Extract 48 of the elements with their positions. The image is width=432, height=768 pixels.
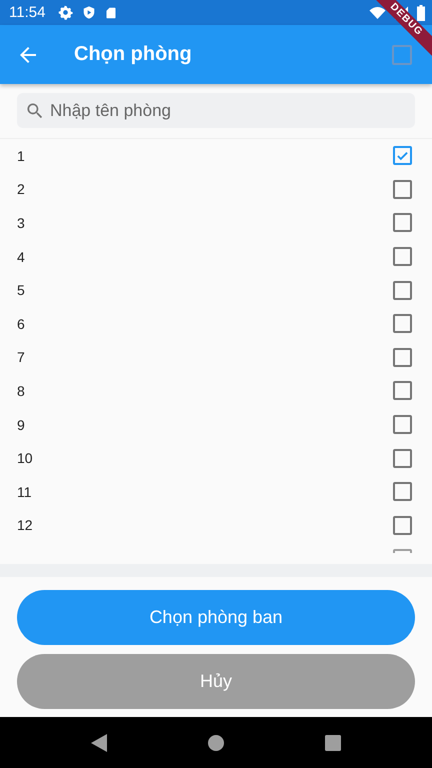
- room-item[interactable]: 1: [0, 139, 432, 173]
- room-checkbox[interactable]: [393, 247, 412, 266]
- room-label: 6: [17, 316, 25, 332]
- room-checkbox[interactable]: [393, 448, 412, 468]
- search-icon: [25, 101, 45, 121]
- room-label: 11: [17, 484, 32, 500]
- room-label: 1: [17, 148, 25, 164]
- search-field[interactable]: Nhập tên phòng: [17, 93, 415, 128]
- room-item[interactable]: 12: [0, 508, 432, 542]
- room-checkbox[interactable]: [393, 516, 412, 535]
- room-label: 4: [17, 248, 25, 265]
- back-nav-icon[interactable]: [90, 734, 107, 752]
- room-label: 5: [17, 282, 25, 298]
- room-item[interactable]: 5: [0, 273, 432, 307]
- wifi-icon: [369, 6, 386, 20]
- room-item[interactable]: 4: [0, 240, 432, 274]
- room-checkbox[interactable]: [393, 415, 412, 434]
- room-label: 10: [17, 450, 33, 466]
- room-item[interactable]: 2: [0, 172, 432, 206]
- room-label: 12: [17, 517, 33, 534]
- room-item[interactable]: 9: [0, 408, 432, 442]
- status-time: 11:54: [9, 4, 46, 21]
- room-label: 8: [17, 382, 25, 399]
- room-checkbox[interactable]: [393, 180, 412, 199]
- shield-icon: [82, 5, 96, 20]
- home-nav-icon[interactable]: [208, 734, 224, 750]
- page-title: Chọn phòng: [74, 43, 192, 66]
- room-checkbox[interactable]: [393, 482, 412, 502]
- sd-card-icon: [105, 6, 118, 20]
- room-item[interactable]: 3: [0, 206, 432, 240]
- room-checkbox[interactable]: [393, 146, 412, 166]
- room-item[interactable]: 10: [0, 441, 432, 475]
- room-label: 7: [17, 349, 25, 366]
- room-label: 2: [17, 181, 25, 198]
- recents-nav-icon[interactable]: [325, 734, 342, 750]
- room-item[interactable]: 6: [0, 306, 432, 341]
- select-all-checkbox[interactable]: [392, 44, 412, 64]
- room-label: 3: [17, 214, 25, 231]
- room-checkbox[interactable]: [393, 213, 412, 232]
- room-checkbox[interactable]: [393, 348, 412, 367]
- room-checkbox[interactable]: [393, 381, 412, 400]
- room-checkbox[interactable]: [393, 280, 412, 300]
- room-checkbox[interactable]: [393, 314, 412, 334]
- room-label: 9: [17, 416, 25, 433]
- room-item[interactable]: 11: [0, 474, 432, 509]
- room-item[interactable]: 7: [0, 340, 432, 374]
- room-item[interactable]: 8: [0, 374, 432, 408]
- gear-icon: [58, 5, 74, 20]
